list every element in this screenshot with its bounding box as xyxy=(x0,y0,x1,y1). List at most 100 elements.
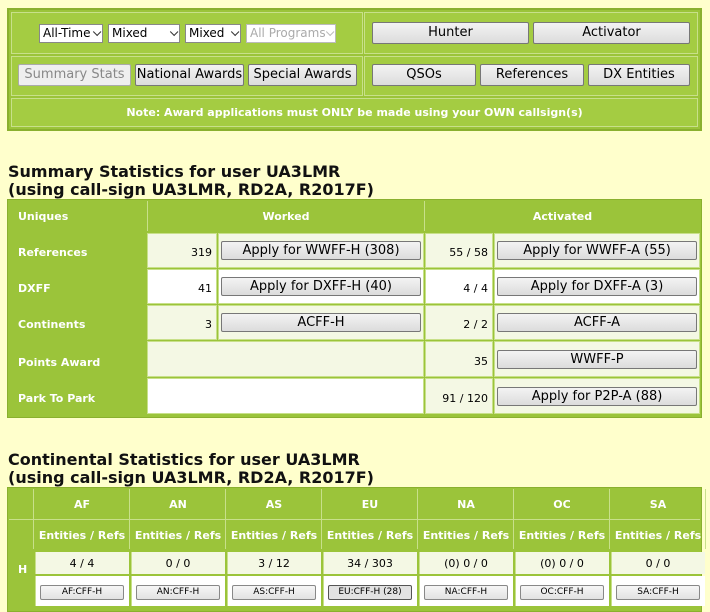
uniques-header: Uniques xyxy=(18,210,69,223)
apply-wwff-h-button[interactable]: Apply for WWFF-H (308) xyxy=(221,241,421,260)
dxff-worked-count: 41 xyxy=(198,282,212,295)
row-label-points-award: Points Award xyxy=(18,356,101,369)
summary-table: Uniques Worked Activated References DXFF… xyxy=(7,199,702,418)
continental-title-line2: (using call-sign UA3LMR, RD2A, R2017F) xyxy=(8,468,374,487)
row-label-h: H xyxy=(18,563,28,576)
activated-header: Activated xyxy=(532,210,593,223)
continent-value-oc: (0) 0 / 0 xyxy=(540,557,584,570)
continent-header-an: AN xyxy=(169,498,187,511)
chevron-down-icon xyxy=(325,27,335,37)
continent-subheader-as: Entities / Refs xyxy=(230,529,318,542)
points-activated-action-cell: WWFF-P xyxy=(494,341,700,377)
continent-value-na: (0) 0 / 0 xyxy=(444,557,488,570)
wwff-p-button[interactable]: WWFF-P xyxy=(497,350,697,369)
mode-select-1[interactable]: Mixed xyxy=(108,24,180,43)
chevron-down-icon xyxy=(230,27,240,37)
continent-subheader-an: Entities / Refs xyxy=(134,529,222,542)
acff-h-button[interactable]: ACFF-H xyxy=(221,313,421,332)
p2p-activated-count: 91 / 120 xyxy=(442,392,488,405)
dxff-worked-action-cell: Apply for DXFF-H (40) xyxy=(218,269,424,304)
continents-activated-cell: 2 / 2 xyxy=(425,305,493,340)
dxff-activated-count: 4 / 4 xyxy=(463,282,488,295)
row-label-continents: Continents xyxy=(18,318,86,331)
continent-header-sa: SA xyxy=(649,498,667,511)
tab-summary-stats[interactable]: Summary Stats xyxy=(18,64,131,86)
references-worked-count: 319 xyxy=(191,246,212,259)
row-label-park-to-park: Park To Park xyxy=(18,392,96,405)
p2p-worked-cell xyxy=(147,378,424,414)
mode-select-2-value: Mixed xyxy=(189,26,225,40)
time-select-value: All-Time xyxy=(43,26,91,40)
continent-subheader-eu: Entities / Refs xyxy=(326,529,414,542)
continental-title-line1: Continental Statistics for user UA3LMR xyxy=(8,450,360,469)
references-activated-count: 55 / 58 xyxy=(449,246,488,259)
continents-activated-action-cell: ACFF-A xyxy=(494,305,700,340)
p2p-activated-cell: 91 / 120 xyxy=(425,378,493,414)
apply-dxff-a-button[interactable]: Apply for DXFF-A (3) xyxy=(497,277,697,296)
programs-select[interactable]: All Programs xyxy=(246,24,336,43)
qsos-button[interactable]: QSOs xyxy=(372,64,476,86)
cff-h-eu-button[interactable]: EU:CFF-H (28) xyxy=(328,585,412,600)
continent-value-af: 4 / 4 xyxy=(69,557,95,570)
dx-entities-button[interactable]: DX Entities xyxy=(588,64,690,86)
tab-national-awards[interactable]: National Awards xyxy=(135,64,244,86)
control-panel: All-Time Mixed Mixed All Programs Hunter… xyxy=(7,8,702,131)
apply-p2p-a-button[interactable]: Apply for P2P-A (88) xyxy=(497,387,697,406)
row-label-references: References xyxy=(18,246,88,259)
continent-value-an: 0 / 0 xyxy=(165,557,191,570)
references-activated-action-cell: Apply for WWFF-A (55) xyxy=(494,233,700,268)
continent-header-as: AS xyxy=(265,498,283,511)
points-activated-cell: 35 xyxy=(425,341,493,377)
apply-dxff-h-button[interactable]: Apply for DXFF-H (40) xyxy=(221,277,421,296)
cff-h-na-button[interactable]: NA:CFF-H xyxy=(424,585,508,600)
header-row-divider xyxy=(9,519,700,520)
continent-subheader-oc: Entities / Refs xyxy=(518,529,606,542)
summary-title-line2: (using call-sign UA3LMR, RD2A, R2017F) xyxy=(8,180,374,199)
column-divider xyxy=(705,489,706,549)
cff-h-af-button[interactable]: AF:CFF-H xyxy=(40,585,124,600)
chevron-down-icon xyxy=(169,27,179,37)
header-divider xyxy=(424,201,425,231)
tab-special-awards[interactable]: Special Awards xyxy=(248,64,357,86)
points-worked-cell xyxy=(147,341,424,377)
references-button[interactable]: References xyxy=(480,64,584,86)
continent-subheader-af: Entities / Refs xyxy=(38,529,126,542)
continents-worked-count: 3 xyxy=(205,318,212,331)
continent-value-as: 3 / 12 xyxy=(258,557,290,570)
dxff-worked-cell: 41 xyxy=(147,269,217,304)
references-activated-cell: 55 / 58 xyxy=(425,233,493,268)
continents-worked-action-cell: ACFF-H xyxy=(218,305,424,340)
continent-header-na: NA xyxy=(457,498,475,511)
row-label-dxff: DXFF xyxy=(18,282,51,295)
continent-header-af: AF xyxy=(73,498,91,511)
continents-activated-count: 2 / 2 xyxy=(463,318,488,331)
worked-header: Worked xyxy=(262,210,310,223)
chevron-down-icon xyxy=(92,27,102,37)
cff-h-an-button[interactable]: AN:CFF-H xyxy=(136,585,220,600)
programs-select-value: All Programs xyxy=(250,26,326,40)
acff-a-button[interactable]: ACFF-A xyxy=(497,313,697,332)
continental-table: H AF Entities / Refs 4 / 4 AF:CFF-H AN Entiti… xyxy=(7,487,706,612)
callsign-note: Note: Award applications must ONLY be ma… xyxy=(126,106,583,119)
cff-h-oc-button[interactable]: OC:CFF-H xyxy=(520,585,604,600)
apply-wwff-a-button[interactable]: Apply for WWFF-A (55) xyxy=(497,241,697,260)
points-activated-count: 35 xyxy=(474,355,488,368)
hunter-button[interactable]: Hunter xyxy=(372,22,529,44)
header-divider xyxy=(147,201,148,231)
activator-button[interactable]: Activator xyxy=(533,22,690,44)
continent-subheader-sa: Entities / Refs xyxy=(614,529,702,542)
continent-header-oc: OC xyxy=(553,498,571,511)
dxff-activated-action-cell: Apply for DXFF-A (3) xyxy=(494,269,700,304)
continents-worked-cell: 3 xyxy=(147,305,217,340)
time-select[interactable]: All-Time xyxy=(39,24,103,43)
dxff-activated-cell: 4 / 4 xyxy=(425,269,493,304)
mode-select-1-value: Mixed xyxy=(112,26,148,40)
references-worked-action-cell: Apply for WWFF-H (308) xyxy=(218,233,424,268)
cff-h-as-button[interactable]: AS:CFF-H xyxy=(232,585,316,600)
summary-title-line1: Summary Statistics for user UA3LMR xyxy=(8,162,341,181)
cff-h-sa-button[interactable]: SA:CFF-H xyxy=(616,585,700,600)
mode-select-2[interactable]: Mixed xyxy=(185,24,241,43)
continent-header-eu: EU xyxy=(361,498,379,511)
continent-value-sa: 0 / 0 xyxy=(645,557,671,570)
references-worked-cell: 319 xyxy=(147,233,217,268)
